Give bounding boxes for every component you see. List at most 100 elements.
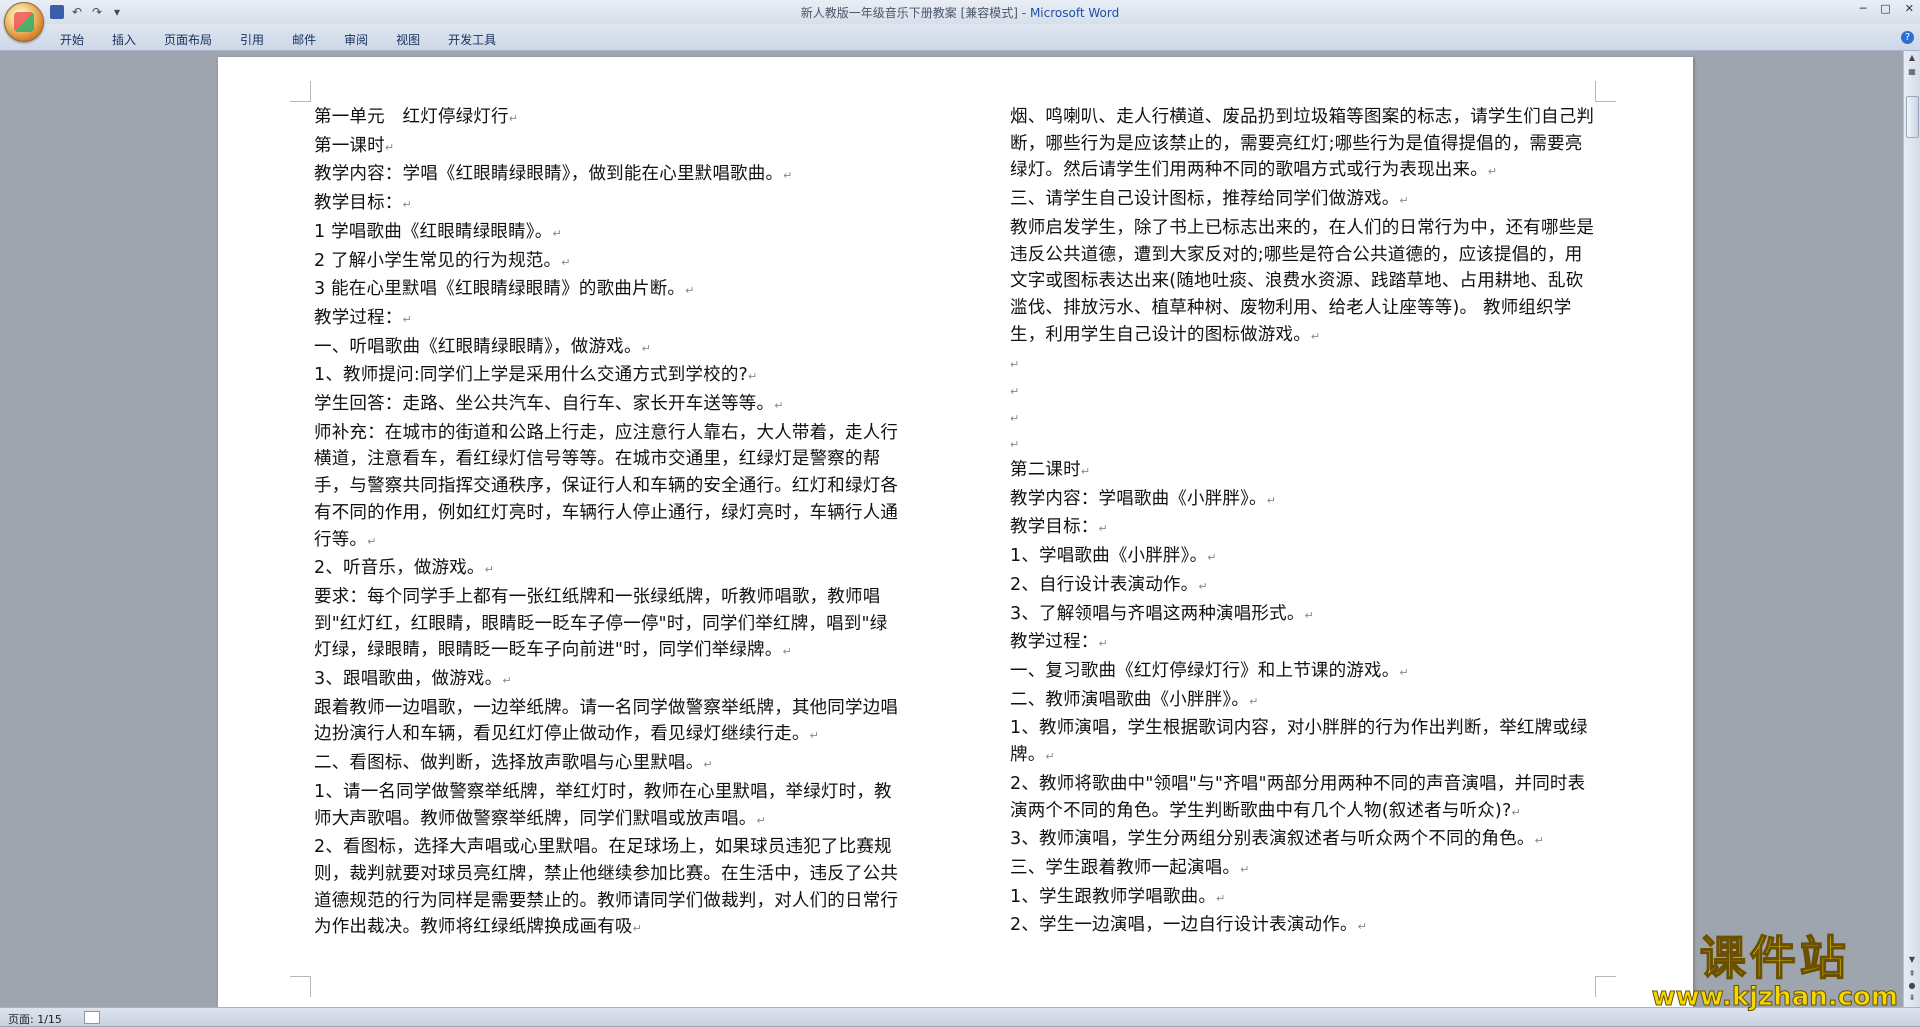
office-logo-icon <box>14 12 34 32</box>
paragraph: 三、请学生自己设计图标，推荐给同学们做游戏。↵ <box>1010 186 1600 215</box>
ribbon-tab[interactable]: 邮件 <box>292 31 316 48</box>
ribbon-tab[interactable]: 页面布局 <box>164 31 212 48</box>
paragraph-text: 烟、鸣喇叭、走人行横道、废品扔到垃圾箱等图案的标志，请学生们自己判断，哪些行为是… <box>1010 107 1595 181</box>
paragraph: 二、看图标、做判断，选择放声歌唱与心里默唱。↵ <box>314 750 904 779</box>
paragraph-mark-icon: ↵ <box>1098 522 1108 536</box>
paragraph-text: 教学目标： <box>314 193 403 214</box>
margin-corner-top-right <box>1595 81 1616 102</box>
paragraph: ↵ <box>1010 430 1600 457</box>
scroll-up-icon[interactable]: ▲ <box>1907 53 1917 63</box>
title-separator: - <box>1017 6 1030 20</box>
paragraph-text: 一、复习歌曲《红灯停绿灯行》和上节课的游戏。 <box>1010 661 1400 681</box>
paragraph-mark-icon: ↵ <box>1357 920 1368 934</box>
paragraph: 1 学唱歌曲《红眼睛绿眼睛》。↵ <box>314 219 904 248</box>
paragraph-mark-icon: ↵ <box>1207 551 1217 565</box>
paragraph-text: 1 学唱歌曲《红眼睛绿眼睛》。 <box>314 221 553 242</box>
paragraph: 2、听音乐，做游戏。↵ <box>314 555 904 584</box>
paragraph: 师补充：在城市的街道和公路上行走，应注意行人靠右，大人带着，走人行横道，注意看车… <box>314 420 904 556</box>
help-icon[interactable]: ? <box>1901 31 1914 44</box>
paragraph-text: 3、教师演唱，学生分两组分别表演叙述者与听众两个不同的角色。 <box>1010 829 1535 850</box>
paragraph: 教学目标：↵ <box>314 190 904 219</box>
paragraph-mark-icon: ↵ <box>1511 805 1521 819</box>
prev-page-icon[interactable]: ⇞ <box>1907 969 1917 979</box>
paragraph: 3 能在心里默唱《红眼睛绿眼睛》的歌曲片断。↵ <box>314 276 904 305</box>
paragraph-mark-icon: ↵ <box>774 399 784 413</box>
paragraph-text: 一、听唱歌曲《红眼睛绿眼睛》，做游戏。 <box>314 336 642 357</box>
paragraph: 1、请一名同学做警察举纸牌，举红灯时，教师在心里默唱，举绿灯时，教师大声歌唱。教… <box>314 779 904 834</box>
paragraph-text: 2、教师将歌曲中"领唱"与"齐唱"两部分用两种不同的声音演唱，并同时表演两个不同… <box>1010 773 1586 821</box>
paragraph-mark-icon: ↵ <box>1266 493 1277 507</box>
paragraph-text: 2、自行设计表演动作。 <box>1010 574 1199 595</box>
paragraph-mark-icon: ↵ <box>502 674 512 688</box>
ribbon-tab[interactable]: 视图 <box>396 31 420 48</box>
paragraph-mark-icon: ↵ <box>1010 438 1020 452</box>
scroll-thumb[interactable] <box>1906 96 1919 138</box>
paragraph-mark-icon: ↵ <box>1249 694 1259 708</box>
paragraph: ↵ <box>1010 350 1600 377</box>
minimize-icon[interactable]: ─ <box>1860 2 1867 15</box>
vertical-scrollbar[interactable]: ▲ ▦ ▼ ⇞ ● ⇟ <box>1903 51 1920 1007</box>
paragraph-mark-icon: ↵ <box>1080 465 1091 479</box>
paragraph: 1、学生跟教师学唱歌曲。↵ <box>1010 884 1600 913</box>
paragraph-text: 1、学生跟教师学唱歌曲。 <box>1010 886 1217 907</box>
paragraph-mark-icon: ↵ <box>1310 329 1321 343</box>
maximize-icon[interactable]: □ <box>1880 2 1890 15</box>
text-column-left[interactable]: 第一单元 红灯停绿灯行↵ 第一课时↵ 教学内容：学唱《红眼睛绿眼睛》，做到能在心里默… <box>314 104 904 943</box>
paragraph: 教师启发学生，除了书上已标志出来的，在人们的日常行为中，还有哪些是违反公共道德，… <box>1010 215 1600 351</box>
paragraph-text: 教学内容：学唱歌曲《小胖胖》。 <box>1010 488 1267 509</box>
paragraph: 1、教师演唱，学生根据歌词内容，对小胖胖的行为作出判断，举红牌或绿牌。↵ <box>1010 715 1600 770</box>
office-button[interactable] <box>4 2 44 42</box>
window-title: 新人教版一年级音乐下册教案 [兼容模式] - Microsoft Word <box>0 4 1920 21</box>
ruler-toggle-icon[interactable]: ▦ <box>1907 67 1917 77</box>
browse-object-icon[interactable]: ● <box>1907 981 1917 991</box>
close-icon[interactable]: ✕ <box>1905 2 1914 15</box>
paragraph: 一、听唱歌曲《红眼睛绿眼睛》，做游戏。↵ <box>314 334 904 363</box>
next-page-icon[interactable]: ⇟ <box>1907 993 1917 1003</box>
paragraph: 教学目标：↵ <box>1010 514 1600 543</box>
paragraph-text: 三、请学生自己设计图标，推荐给同学们做游戏。 <box>1010 189 1400 210</box>
paragraph-mark-icon: ↵ <box>756 813 766 827</box>
document-page[interactable]: 第一单元 红灯停绿灯行↵ 第一课时↵ 教学内容：学唱《红眼睛绿眼睛》，做到能在心里默… <box>218 57 1693 1007</box>
ribbon-tab[interactable]: 插入 <box>112 31 136 48</box>
paragraph-text: 1、请一名同学做警察举纸牌，举红灯时，教师在心里默唱，举绿灯时，教师大声歌唱。教… <box>314 781 892 829</box>
margin-corner-bottom-right <box>1595 976 1616 997</box>
paragraph-mark-icon: ↵ <box>703 758 713 772</box>
paragraph-text: 教师启发学生，除了书上已标志出来的，在人们的日常行为中，还有哪些是违反公共道德，… <box>1010 217 1595 345</box>
proofing-icon[interactable] <box>84 1011 100 1024</box>
ribbon-tab[interactable]: 开始 <box>60 31 84 48</box>
watermark-logo: 课件站 www.kjzhan.com <box>1651 931 1898 1012</box>
ribbon-tab[interactable]: 开发工具 <box>448 31 496 48</box>
paragraph-mark-icon: ↵ <box>809 729 820 743</box>
paragraph: 教学内容：学唱歌曲《小胖胖》。↵ <box>1010 486 1600 515</box>
paragraph: 第二课时↵ <box>1010 457 1600 486</box>
paragraph: 三、学生跟着教师一起演唱。↵ <box>1010 855 1600 884</box>
paragraph-mark-icon: ↵ <box>1399 666 1409 679</box>
ribbon-tab[interactable]: 审阅 <box>344 31 368 48</box>
watermark-name: 课件站 <box>1699 931 1850 985</box>
paragraph: 1、学唱歌曲《小胖胖》。↵ <box>1010 543 1600 572</box>
paragraph-mark-icon: ↵ <box>782 645 792 659</box>
paragraph-mark-icon: ↵ <box>402 198 412 212</box>
text-column-right[interactable]: 烟、鸣喇叭、走人行横道、废品扔到垃圾箱等图案的标志，请学生们自己判断，哪些行为是… <box>1010 104 1600 941</box>
paragraph-mark-icon: ↵ <box>783 169 793 183</box>
paragraph: 2、教师将歌曲中"领唱"与"齐唱"两部分用两种不同的声音演唱，并同时表演两个不同… <box>1010 771 1600 826</box>
paragraph: ↵ <box>1010 404 1600 431</box>
paragraph-mark-icon: ↵ <box>1010 385 1020 399</box>
ribbon-tab[interactable]: 引用 <box>240 31 264 48</box>
paragraph-text: 1、学唱歌曲《小胖胖》。 <box>1010 546 1208 567</box>
paragraph: 1、教师提问:同学们上学是采用什么交通方式到学校的?↵ <box>314 362 904 391</box>
scroll-down-icon[interactable]: ▼ <box>1907 955 1917 965</box>
paragraph-mark-icon: ↵ <box>748 370 758 384</box>
paragraph-text: 第二课时 <box>1010 460 1081 481</box>
paragraph-text: 1、教师提问:同学们上学是采用什么交通方式到学校的? <box>314 365 749 386</box>
paragraph-text: 教学内容：学唱《红眼睛绿眼睛》，做到能在心里默唱歌曲。 <box>314 164 784 185</box>
paragraph-mark-icon: ↵ <box>402 312 412 326</box>
margin-corner-bottom-left <box>290 976 311 997</box>
window-controls: ─ □ ✕ <box>1860 2 1914 15</box>
paragraph: 2、看图标，选择大声唱或心里默唱。在足球场上，如果球员违犯了比赛规则，裁判就要对… <box>314 834 904 943</box>
paragraph-text: 第一课时 <box>314 135 385 156</box>
title-bar: ↶ ↷ ▾ 新人教版一年级音乐下册教案 [兼容模式] - Microsoft W… <box>0 0 1920 42</box>
paragraph: ↵ <box>1010 377 1600 404</box>
paragraph-mark-icon: ↵ <box>1198 579 1208 593</box>
watermark-url: www.kjzhan.com <box>1651 982 1898 1012</box>
